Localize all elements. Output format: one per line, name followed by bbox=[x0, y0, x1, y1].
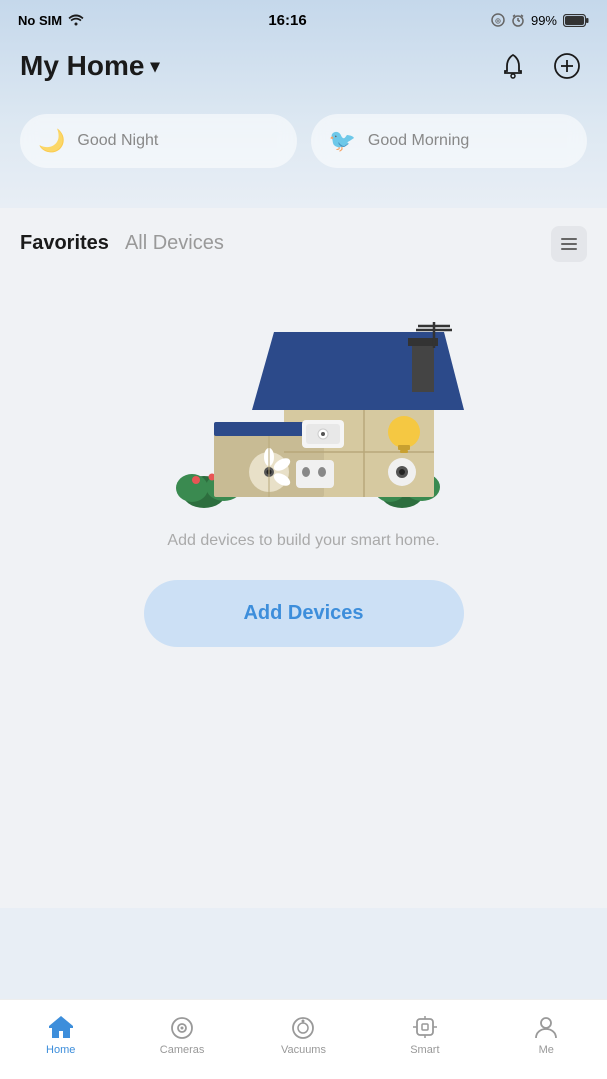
list-icon bbox=[560, 237, 578, 251]
chevron-down-icon: ▾ bbox=[150, 56, 159, 77]
alarm-icon bbox=[511, 13, 525, 27]
plus-circle-icon bbox=[553, 52, 581, 80]
bottom-nav: Home Cameras Vacuums Smart bbox=[0, 999, 607, 1079]
nav-item-home[interactable]: Home bbox=[26, 1014, 96, 1056]
home-title-text: My Home bbox=[20, 50, 144, 82]
moon-icon: 🌙 bbox=[38, 128, 65, 154]
bird-icon: 🐦 bbox=[329, 128, 356, 154]
app-header: My Home ▾ bbox=[0, 36, 607, 98]
smart-nav-icon bbox=[411, 1014, 439, 1040]
good-morning-button[interactable]: 🐦 Good Morning bbox=[311, 114, 588, 168]
vacuum-nav-icon bbox=[289, 1014, 317, 1040]
main-content: Favorites All Devices bbox=[0, 208, 607, 908]
tabs-row: Favorites All Devices bbox=[0, 208, 607, 272]
nav-label-smart: Smart bbox=[410, 1044, 439, 1056]
svg-text:⊕: ⊕ bbox=[495, 17, 502, 26]
nav-item-me[interactable]: Me bbox=[511, 1014, 581, 1056]
scene-buttons-row: 🌙 Good Night 🐦 Good Morning bbox=[0, 98, 607, 198]
nav-item-smart[interactable]: Smart bbox=[390, 1014, 460, 1056]
good-night-button[interactable]: 🌙 Good Night bbox=[20, 114, 297, 168]
add-button[interactable] bbox=[547, 46, 587, 86]
home-nav-icon bbox=[47, 1014, 75, 1040]
empty-state: Add devices to build your smart home. Ad… bbox=[0, 272, 607, 687]
list-view-button[interactable] bbox=[551, 226, 587, 262]
tabs-left: Favorites All Devices bbox=[20, 232, 224, 257]
time-display: 16:16 bbox=[268, 12, 306, 29]
house-illustration bbox=[144, 292, 464, 522]
nav-label-vacuums: Vacuums bbox=[281, 1044, 326, 1056]
camera-nav-icon bbox=[168, 1014, 196, 1040]
nav-item-cameras[interactable]: Cameras bbox=[147, 1014, 217, 1056]
battery-icon bbox=[563, 14, 589, 27]
empty-state-text: Add devices to build your smart home. bbox=[167, 532, 439, 550]
battery-info: ⊕ 99% bbox=[491, 13, 589, 28]
nav-label-home: Home bbox=[46, 1044, 75, 1056]
header-action-icons bbox=[493, 46, 587, 86]
tab-favorites[interactable]: Favorites bbox=[20, 232, 109, 257]
nav-label-cameras: Cameras bbox=[160, 1044, 205, 1056]
profile-nav-icon bbox=[532, 1014, 560, 1040]
notification-button[interactable] bbox=[493, 46, 533, 86]
nav-label-me: Me bbox=[539, 1044, 554, 1056]
carrier-label: No SIM bbox=[18, 13, 62, 28]
add-devices-button[interactable]: Add Devices bbox=[144, 580, 464, 647]
lock-icon: ⊕ bbox=[491, 13, 505, 27]
battery-label: 99% bbox=[531, 13, 557, 28]
home-title-group[interactable]: My Home ▾ bbox=[20, 50, 160, 82]
nav-item-vacuums[interactable]: Vacuums bbox=[268, 1014, 338, 1056]
good-morning-label: Good Morning bbox=[368, 132, 469, 150]
wifi-icon bbox=[68, 14, 84, 26]
bell-icon bbox=[500, 53, 526, 79]
tab-all-devices[interactable]: All Devices bbox=[125, 232, 224, 257]
status-bar: No SIM 16:16 ⊕ 99% bbox=[0, 0, 607, 36]
carrier-info: No SIM bbox=[18, 13, 84, 28]
good-night-label: Good Night bbox=[77, 132, 158, 150]
